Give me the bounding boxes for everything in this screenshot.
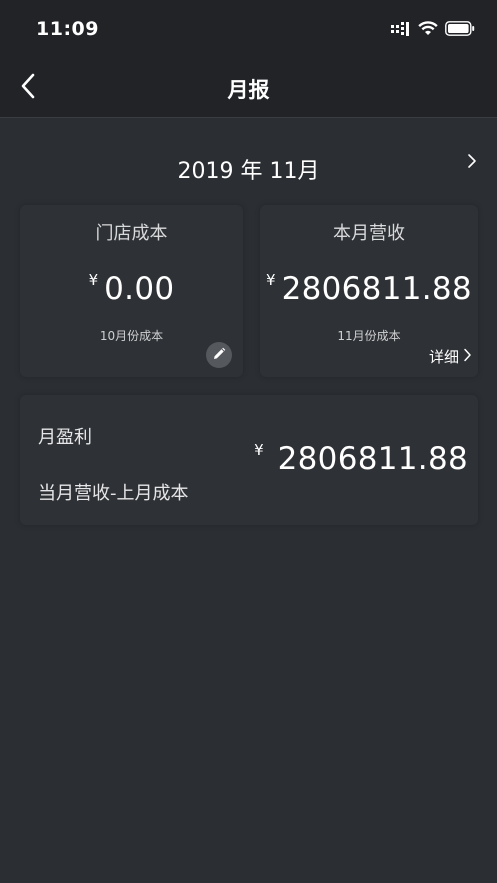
store-cost-subtitle: 10月份成本 [99, 329, 164, 343]
chevron-right-icon [467, 153, 477, 173]
page-title: 月报 [227, 78, 270, 102]
revenue-detail-link[interactable]: 详细 [429, 346, 472, 367]
month-label[interactable]: 2019 年 11月 [0, 153, 497, 185]
signal-icon [391, 21, 411, 40]
status-time: 11:09 [36, 18, 99, 40]
status-bar: 11:09 [0, 0, 497, 58]
month-selector: 2019 年 11月 [0, 118, 497, 200]
monthly-revenue-card: 本月营收 ¥2806811.88 11月份成本 详细 [260, 205, 478, 377]
store-cost-amount: ¥0.00 [20, 271, 243, 307]
monthly-revenue-amount: ¥2806811.88 [260, 271, 478, 307]
screen: 11:09 月报 2019 年 11月 门店成本 ¥ 0.00 10月份成本 本… [0, 0, 497, 883]
edit-cost-button[interactable] [206, 342, 232, 368]
monthly-profit-formula: 当月营收-上月成本 [38, 483, 189, 504]
currency-symbol: ¥ [88, 271, 99, 289]
wifi-icon [418, 20, 438, 40]
status-icons [391, 20, 475, 40]
currency-symbol: ¥ [266, 271, 276, 289]
store-cost-value: 0.00 [104, 271, 175, 307]
store-cost-title: 门店成本 [95, 223, 168, 244]
chevron-right-icon [463, 348, 472, 366]
next-month-button[interactable] [461, 152, 483, 174]
pencil-icon [212, 346, 226, 365]
monthly-revenue-value: 2806811.88 [281, 271, 472, 307]
detail-label: 详细 [428, 348, 459, 366]
nav-bar: 月报 [0, 58, 497, 118]
monthly-profit-amount: ¥2806811.88 [254, 441, 468, 477]
store-cost-card: 门店成本 ¥0.00 10月份成本 [20, 205, 243, 377]
monthly-profit-card: 月盈利 当月营收-上月成本 ¥2806811.88 [20, 395, 478, 525]
monthly-revenue-title: 本月营收 [333, 223, 405, 244]
monthly-profit-title: 月盈利 [38, 427, 92, 448]
currency-symbol: ¥ [254, 441, 264, 459]
monthly-profit-value: 2806811.88 [277, 441, 468, 477]
battery-icon [445, 20, 475, 40]
monthly-revenue-subtitle: 11月份成本 [337, 329, 401, 343]
